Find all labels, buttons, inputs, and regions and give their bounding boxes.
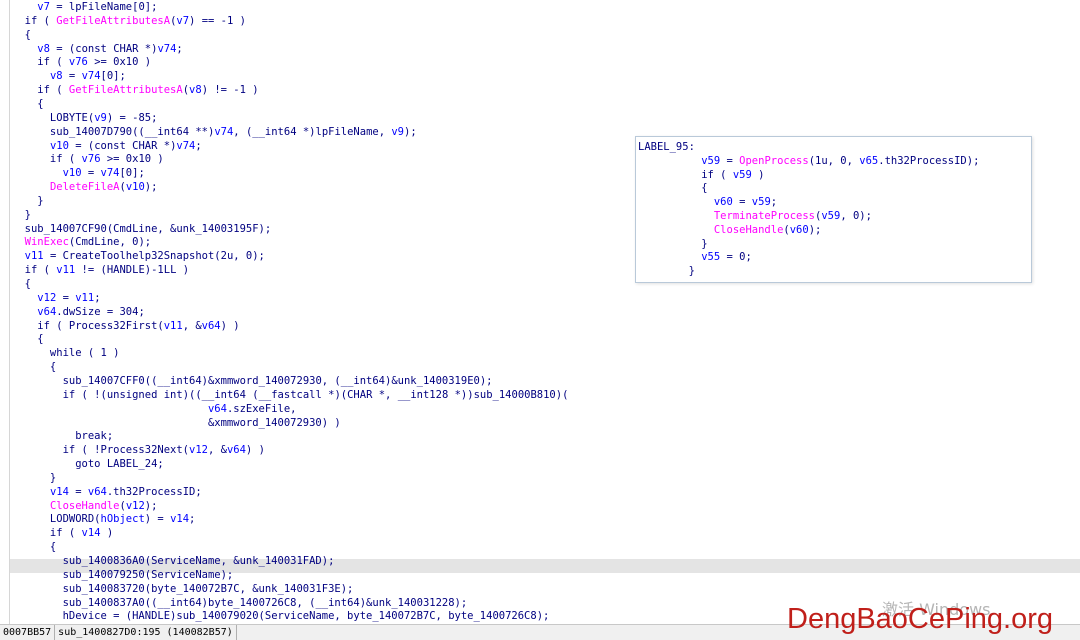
code-line[interactable]: while ( 1 )	[12, 346, 120, 360]
code-line[interactable]: if ( !Process32Next(v12, &v64) )	[12, 443, 265, 457]
code-line[interactable]: break;	[12, 429, 113, 443]
code-line[interactable]: sub_1400836A0(ServiceName, &unk_140031FA…	[12, 554, 335, 568]
code-line[interactable]: if ( GetFileAttributesA(v8) != -1 )	[12, 83, 258, 97]
code-line[interactable]: v8 = (const CHAR *)v74;	[12, 42, 182, 56]
editor-gutter	[0, 0, 10, 624]
popup-code-line: TerminateProcess(v59, 0);	[713, 210, 872, 222]
pseudocode-view[interactable]: v7 = lpFileName[0]; if ( GetFileAttribut…	[12, 0, 1078, 624]
label-preview-popup: LABEL_95: v59 = OpenProcess(1u, 0, v65.t…	[635, 136, 1032, 283]
status-location: sub_1400827D0:195 (140082B57)	[55, 625, 237, 640]
code-line[interactable]: }	[12, 194, 43, 208]
code-line[interactable]: v14 = v64.th32ProcessID;	[12, 485, 202, 499]
code-line[interactable]: if ( GetFileAttributesA(v7) == -1 )	[12, 14, 246, 28]
code-line[interactable]: DeleteFileA(v10);	[12, 180, 158, 194]
code-line[interactable]: v64.dwSize = 304;	[12, 305, 144, 319]
code-line[interactable]: if ( v11 != (HANDLE)-1LL )	[12, 263, 189, 277]
code-line[interactable]: WinExec(CmdLine, 0);	[12, 235, 151, 249]
code-line[interactable]: {	[12, 540, 56, 554]
code-line[interactable]: v8 = v74[0];	[12, 69, 126, 83]
code-line[interactable]: if ( Process32First(v11, &v64) )	[12, 319, 239, 333]
status-address: 0007BB57	[0, 625, 56, 640]
code-line[interactable]: v12 = v11;	[12, 291, 100, 305]
code-line[interactable]: LODWORD(hObject) = v14;	[12, 512, 195, 526]
code-line[interactable]: sub_1400837A0((__int64)byte_1400726C8, (…	[12, 596, 468, 610]
code-line[interactable]: CloseHandle(v12);	[12, 499, 158, 513]
code-line[interactable]: if ( v76 >= 0x10 )	[12, 152, 164, 166]
code-line[interactable]: if ( !(unsigned int)((__int64 (__fastcal…	[12, 388, 569, 402]
site-watermark: DengBaoCePing.org	[787, 603, 1054, 635]
code-line[interactable]: {	[12, 360, 56, 374]
code-line[interactable]: sub_14007CF90(CmdLine, &unk_14003195F);	[12, 222, 272, 236]
code-line[interactable]: {	[12, 332, 43, 346]
code-line[interactable]: LOBYTE(v9) = -85;	[12, 111, 158, 125]
popup-code-line: v59 = OpenProcess(1u, 0, v65.th32Process…	[701, 154, 980, 167]
code-line[interactable]: hDevice = (HANDLE)sub_140079020(ServiceN…	[12, 609, 550, 623]
code-line[interactable]: }	[12, 471, 56, 485]
code-line[interactable]: {	[12, 97, 43, 111]
code-line[interactable]: sub_14007D790((__int64 **)v74, (__int64 …	[12, 125, 417, 139]
code-line[interactable]: if ( v76 >= 0x10 )	[12, 55, 151, 69]
popup-code-line: LABEL_95:	[638, 141, 695, 153]
code-line[interactable]: v10 = v74[0];	[12, 166, 145, 180]
code-line[interactable]: {	[12, 277, 31, 291]
code-line[interactable]: v11 = CreateToolhelp32Snapshot(2u, 0);	[12, 249, 265, 263]
code-line[interactable]: v10 = (const CHAR *)v74;	[12, 139, 202, 153]
popup-code-line: if ( v59 )	[638, 168, 765, 181]
popup-code-line: }	[638, 265, 695, 278]
code-line[interactable]: sub_140079250(ServiceName);	[12, 568, 234, 582]
popup-code-line: {	[638, 182, 708, 195]
code-line[interactable]: sub_14007CFF0((__int64)&xmmword_14007293…	[12, 374, 493, 388]
popup-code-line: v55 = 0;	[701, 251, 752, 264]
code-line[interactable]: if ( v14 )	[12, 526, 113, 540]
code-line[interactable]: }	[12, 208, 31, 222]
code-line[interactable]: goto LABEL_24;	[12, 457, 164, 471]
code-line[interactable]: sub_140083720(byte_140072B7C, &unk_14003…	[12, 582, 354, 596]
code-line[interactable]: v7 = lpFileName[0];	[12, 0, 157, 14]
code-line[interactable]: v64.szExeFile,	[12, 402, 297, 416]
code-line[interactable]: {	[12, 28, 31, 42]
popup-code-line: v60 = v59;	[713, 196, 778, 209]
popup-code-line: }	[638, 237, 708, 250]
popup-code-line: CloseHandle(v60);	[713, 223, 822, 236]
code-line[interactable]: &xmmword_140072930) )	[12, 416, 341, 430]
